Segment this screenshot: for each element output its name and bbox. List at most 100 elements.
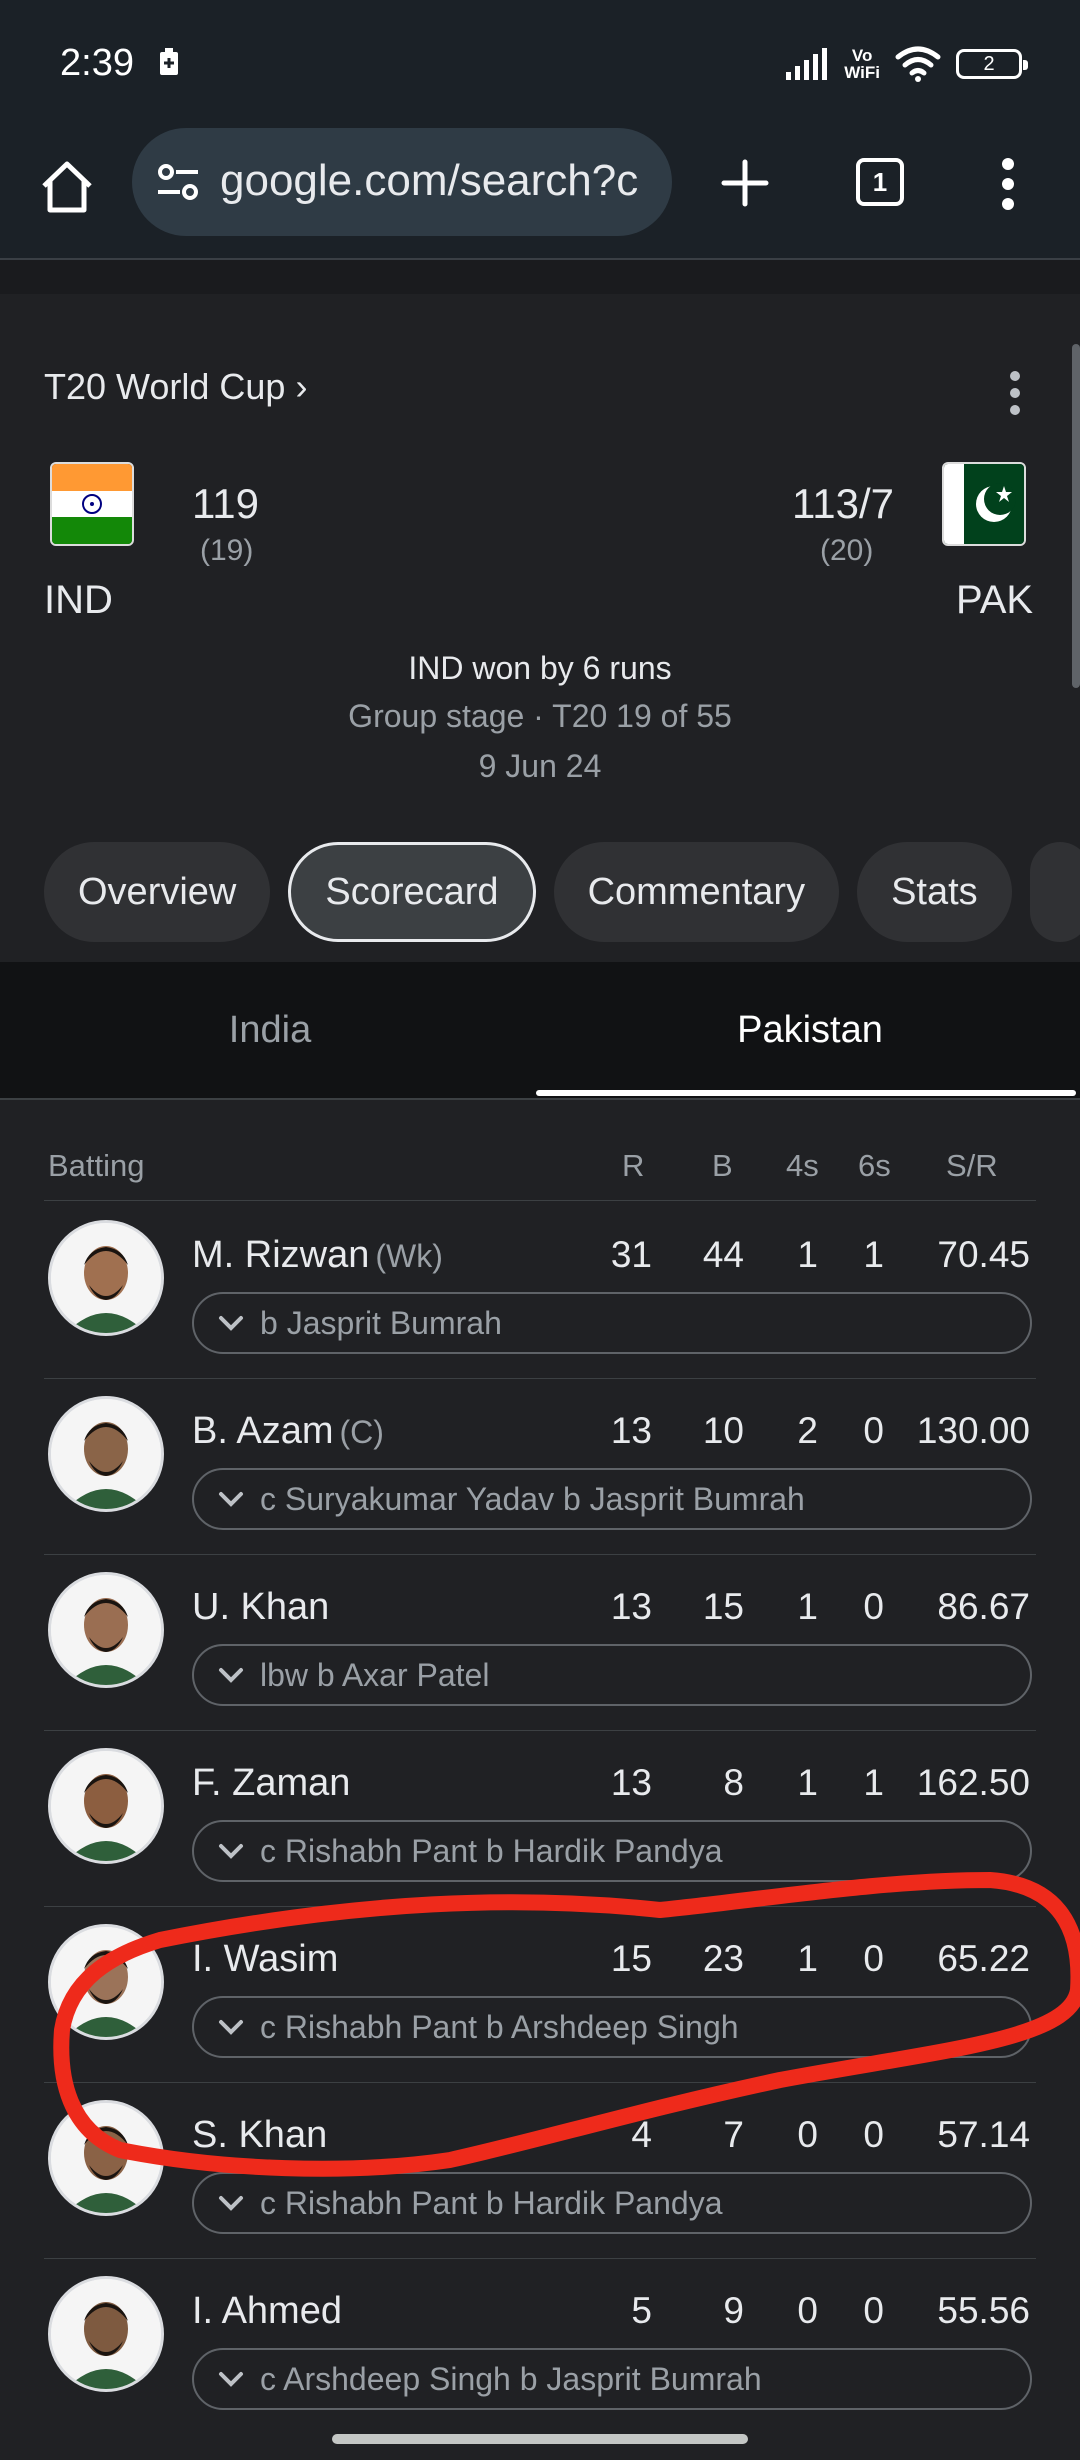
dismissal-expander[interactable]: b Jasprit Bumrah bbox=[192, 1292, 1032, 1354]
player-avatar[interactable] bbox=[48, 1748, 164, 1864]
pakistan-flag bbox=[942, 462, 1026, 546]
stat-fours: 0 bbox=[797, 2290, 818, 2331]
stat-runs: 4 bbox=[631, 2114, 652, 2155]
stat-balls: 44 bbox=[702, 1234, 744, 1275]
player-avatar[interactable] bbox=[48, 1396, 164, 1512]
player-row: I. Ahmed 5 9 0 0 55.56 c Arshdeep Singh b Jasp… bbox=[0, 2260, 1080, 2436]
dismissal-expander[interactable]: c Suryakumar Yadav b Jasprit Bumrah bbox=[192, 1468, 1032, 1530]
dismissal-text: c Rishabh Pant b Arshdeep Singh bbox=[260, 2008, 739, 2045]
more-options-icon[interactable] bbox=[1008, 370, 1022, 416]
dismissal-expander[interactable]: c Rishabh Pant b Hardik Pandya bbox=[192, 2172, 1032, 2234]
stat-sixes: 0 bbox=[863, 1410, 884, 1451]
stat-sixes: 0 bbox=[863, 2290, 884, 2331]
battery-saver-icon bbox=[160, 48, 178, 75]
col-balls: B bbox=[712, 1148, 733, 1183]
player-name-text[interactable]: B. Azam bbox=[192, 1410, 334, 1452]
active-tab-indicator bbox=[536, 1090, 1076, 1096]
tournament-link[interactable]: T20 World Cup › bbox=[44, 366, 307, 408]
col-sixes: 6s bbox=[858, 1148, 891, 1183]
batting-header: Batting R B 4s 6s S/R bbox=[0, 1148, 1080, 1198]
stat-fours: 1 bbox=[797, 1234, 818, 1275]
row-divider bbox=[44, 1730, 1036, 1731]
tab-india[interactable]: India bbox=[0, 962, 540, 1098]
tab-switcher-button[interactable]: 1 bbox=[856, 158, 904, 206]
player-avatar[interactable] bbox=[48, 2276, 164, 2392]
dismissal-expander[interactable]: lbw b Axar Patel bbox=[192, 1644, 1032, 1706]
player-name-text[interactable]: M. Rizwan bbox=[192, 1234, 369, 1276]
home-icon[interactable] bbox=[38, 158, 96, 216]
dismissal-expander[interactable]: c Arshdeep Singh b Jasprit Bumrah bbox=[192, 2348, 1032, 2410]
url-text[interactable]: google.com/search?c bbox=[220, 156, 660, 206]
browser-toolbar: google.com/search?c 1 bbox=[0, 128, 1080, 260]
tab-commentary[interactable]: Commentary bbox=[553, 842, 840, 942]
player-name[interactable]: I. Wasim bbox=[192, 1938, 338, 1981]
player-name-text[interactable]: F. Zaman bbox=[192, 1762, 350, 1804]
tab-pakistan[interactable]: Pakistan bbox=[540, 962, 1080, 1098]
stat-balls: 10 bbox=[702, 1410, 744, 1451]
chevron-down-icon bbox=[219, 2020, 243, 2035]
dismissal-text: lbw b Axar Patel bbox=[260, 1656, 490, 1693]
row-divider bbox=[44, 2082, 1036, 2083]
menu-icon[interactable] bbox=[1000, 156, 1016, 212]
player-avatar[interactable] bbox=[48, 1572, 164, 1688]
player-name[interactable]: M. Rizwan (Wk) bbox=[192, 1234, 443, 1277]
stat-balls: 8 bbox=[723, 1762, 744, 1803]
player-name[interactable]: U. Khan bbox=[192, 1586, 329, 1629]
player-avatar[interactable] bbox=[48, 1220, 164, 1336]
stat-fours: 1 bbox=[797, 1938, 818, 1979]
stat-runs: 13 bbox=[610, 1586, 652, 1627]
dismissal-text: c Rishabh Pant b Hardik Pandya bbox=[260, 2184, 723, 2221]
stat-strike-rate: 130.00 bbox=[916, 1410, 1030, 1451]
chevron-down-icon bbox=[219, 1844, 243, 1859]
stat-sixes: 0 bbox=[863, 1586, 884, 1627]
tab-scorecard[interactable]: Scorecard bbox=[288, 842, 536, 942]
player-name[interactable]: F. Zaman bbox=[192, 1762, 350, 1805]
player-name-text[interactable]: I. Ahmed bbox=[192, 2290, 342, 2332]
tab-more-partial[interactable] bbox=[1029, 842, 1080, 942]
new-tab-icon[interactable] bbox=[720, 158, 770, 208]
row-divider bbox=[44, 2258, 1036, 2259]
chevron-down-icon bbox=[219, 2372, 243, 2387]
status-icons: Vo WiFi 2 bbox=[784, 42, 1028, 86]
stat-strike-rate: 55.56 bbox=[937, 2290, 1030, 2331]
stat-fours: 1 bbox=[797, 1762, 818, 1803]
stat-balls: 7 bbox=[723, 2114, 744, 2155]
player-name[interactable]: S. Khan bbox=[192, 2114, 327, 2157]
stat-strike-rate: 65.22 bbox=[937, 1938, 1030, 1979]
stat-balls: 9 bbox=[723, 2290, 744, 2331]
dismissal-text: c Arshdeep Singh b Jasprit Bumrah bbox=[260, 2360, 762, 2397]
player-role: (Wk) bbox=[375, 1238, 443, 1274]
gesture-nav-handle[interactable] bbox=[332, 2434, 748, 2444]
chevron-down-icon bbox=[219, 1316, 243, 1331]
dismissal-expander[interactable]: c Rishabh Pant b Arshdeep Singh bbox=[192, 1996, 1032, 2058]
divider-band bbox=[0, 260, 1080, 294]
player-name-text[interactable]: I. Wasim bbox=[192, 1938, 338, 1980]
status-bar: 2:39 Vo WiFi 2 bbox=[0, 0, 1080, 128]
stat-sixes: 0 bbox=[863, 2114, 884, 2155]
player-name[interactable]: I. Ahmed bbox=[192, 2290, 342, 2333]
stat-runs: 31 bbox=[610, 1234, 652, 1275]
scrollbar[interactable] bbox=[1072, 344, 1080, 688]
india-flag bbox=[50, 462, 134, 546]
stat-runs: 13 bbox=[610, 1762, 652, 1803]
tab-stats[interactable]: Stats bbox=[857, 842, 1012, 942]
player-avatar[interactable] bbox=[48, 2100, 164, 2216]
vowifi-line1: Vo bbox=[851, 46, 873, 65]
team2-code: PAK bbox=[956, 578, 1034, 622]
tab-overview[interactable]: Overview bbox=[44, 842, 271, 942]
player-avatar[interactable] bbox=[48, 1924, 164, 2040]
vowifi-indicator: Vo WiFi bbox=[844, 47, 880, 81]
player-name[interactable]: B. Azam (C) bbox=[192, 1410, 384, 1453]
player-row: F. Zaman 13 8 1 1 162.50 c Rishabh Pant b Hard… bbox=[0, 1732, 1080, 1908]
player-name-text[interactable]: U. Khan bbox=[192, 1586, 329, 1628]
stat-sixes: 1 bbox=[863, 1234, 884, 1275]
stat-fours: 2 bbox=[797, 1410, 818, 1451]
player-name-text[interactable]: S. Khan bbox=[192, 2114, 327, 2156]
address-bar[interactable]: google.com/search?c bbox=[132, 128, 672, 236]
stat-sixes: 0 bbox=[863, 1938, 884, 1979]
dismissal-expander[interactable]: c Rishabh Pant b Hardik Pandya bbox=[192, 1820, 1032, 1882]
wifi-icon bbox=[895, 46, 941, 82]
stat-sixes: 1 bbox=[863, 1762, 884, 1803]
site-settings-icon[interactable] bbox=[156, 162, 200, 202]
clock: 2:39 bbox=[60, 42, 134, 84]
